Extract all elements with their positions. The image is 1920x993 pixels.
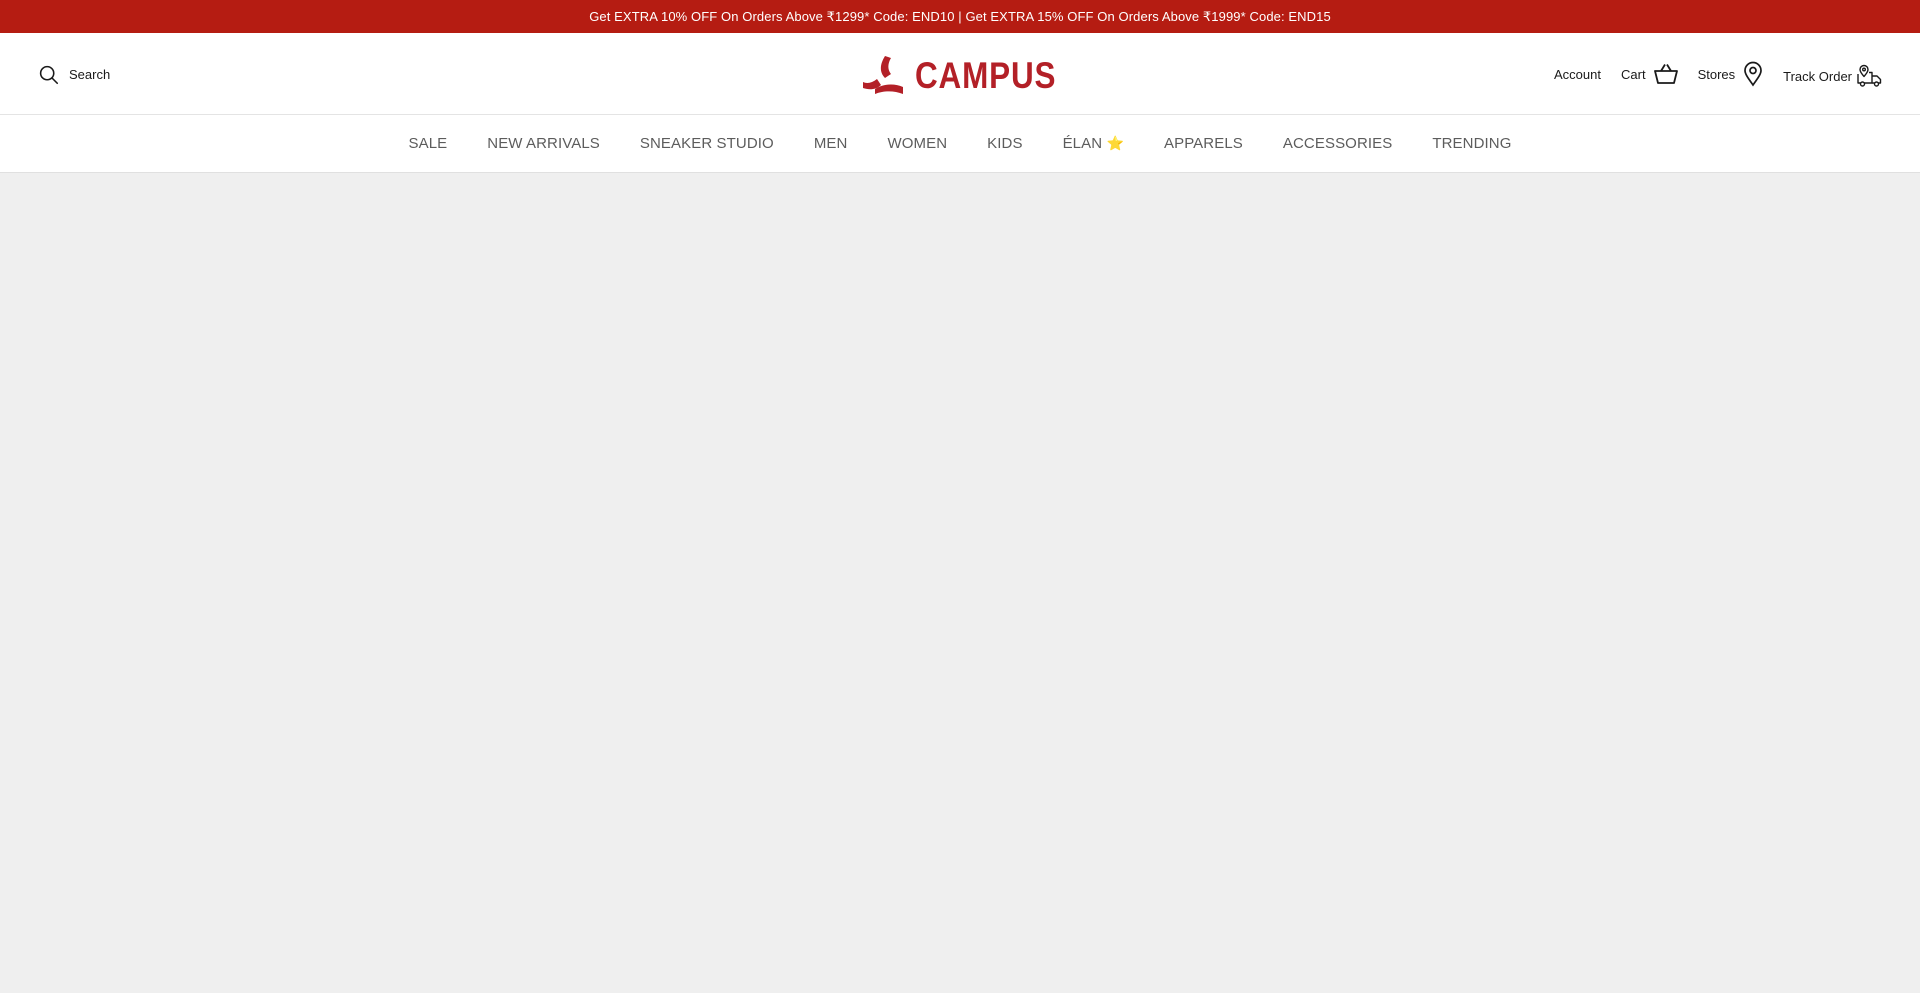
track-order-link[interactable]: Track Order (1783, 64, 1882, 88)
announcement-text: Get EXTRA 10% OFF On Orders Above ₹1299*… (589, 8, 1331, 24)
stores-label: Stores (1697, 66, 1736, 82)
basket-icon (1653, 64, 1678, 84)
page-content-loading (0, 173, 1920, 993)
track-order-label: Track Order (1783, 68, 1852, 84)
nav-label: TRENDING (1432, 135, 1512, 152)
nav-label: APPARELS (1163, 135, 1243, 152)
site-header: Search CAMPUS Account Cart Stores Track … (0, 33, 1920, 115)
nav-item-apparels[interactable]: APPARELS (1164, 135, 1243, 152)
nav-label: NEW ARRIVALS (487, 135, 600, 152)
stores-link[interactable]: Stores (1698, 61, 1764, 87)
nav-item-men[interactable]: MEN (814, 135, 848, 152)
nav-item-elan[interactable]: ÉLAN ⭐ (1063, 135, 1124, 152)
nav-item-women[interactable]: WOMEN (887, 135, 947, 152)
announcement-bar: Get EXTRA 10% OFF On Orders Above ₹1299*… (0, 0, 1920, 33)
nav-item-new-arrivals[interactable]: NEW ARRIVALS (487, 135, 600, 152)
nav-item-kids[interactable]: KIDS (987, 135, 1022, 152)
nav-item-sneaker-studio[interactable]: SNEAKER STUDIO (640, 135, 774, 152)
nav-item-accessories[interactable]: ACCESSORIES (1283, 135, 1392, 152)
campus-logo[interactable]: CAMPUS (861, 53, 1081, 97)
nav-label: ACCESSORIES (1282, 135, 1393, 152)
nav-item-sale[interactable]: SALE (409, 135, 448, 152)
nav-label: SALE (408, 135, 448, 152)
nav-item-trending[interactable]: TRENDING (1432, 135, 1511, 152)
nav-label: MEN (813, 135, 848, 152)
search-button[interactable]: Search (38, 33, 110, 115)
delivery-truck-icon (1857, 64, 1882, 87)
nav-label: KIDS (987, 135, 1023, 152)
main-navigation: SALE NEW ARRIVALS SNEAKER STUDIO MEN WOM… (0, 115, 1920, 173)
nav-label: WOMEN (887, 135, 948, 152)
cart-link[interactable]: Cart (1621, 63, 1678, 85)
cart-label: Cart (1621, 66, 1646, 82)
logo-text: CAMPUS (915, 54, 1057, 96)
nav-label: SNEAKER STUDIO (639, 135, 774, 152)
utility-links: Account Cart Stores Track Order (1554, 33, 1882, 115)
location-pin-icon (1744, 61, 1762, 87)
star-icon: ⭐ (1106, 135, 1124, 151)
search-label: Search (69, 66, 111, 82)
nav-label: ÉLAN (1062, 135, 1103, 152)
account-label: Account (1554, 66, 1601, 82)
campus-logo-icon (863, 56, 903, 94)
search-icon (39, 65, 59, 84)
account-link[interactable]: Account (1554, 67, 1601, 82)
